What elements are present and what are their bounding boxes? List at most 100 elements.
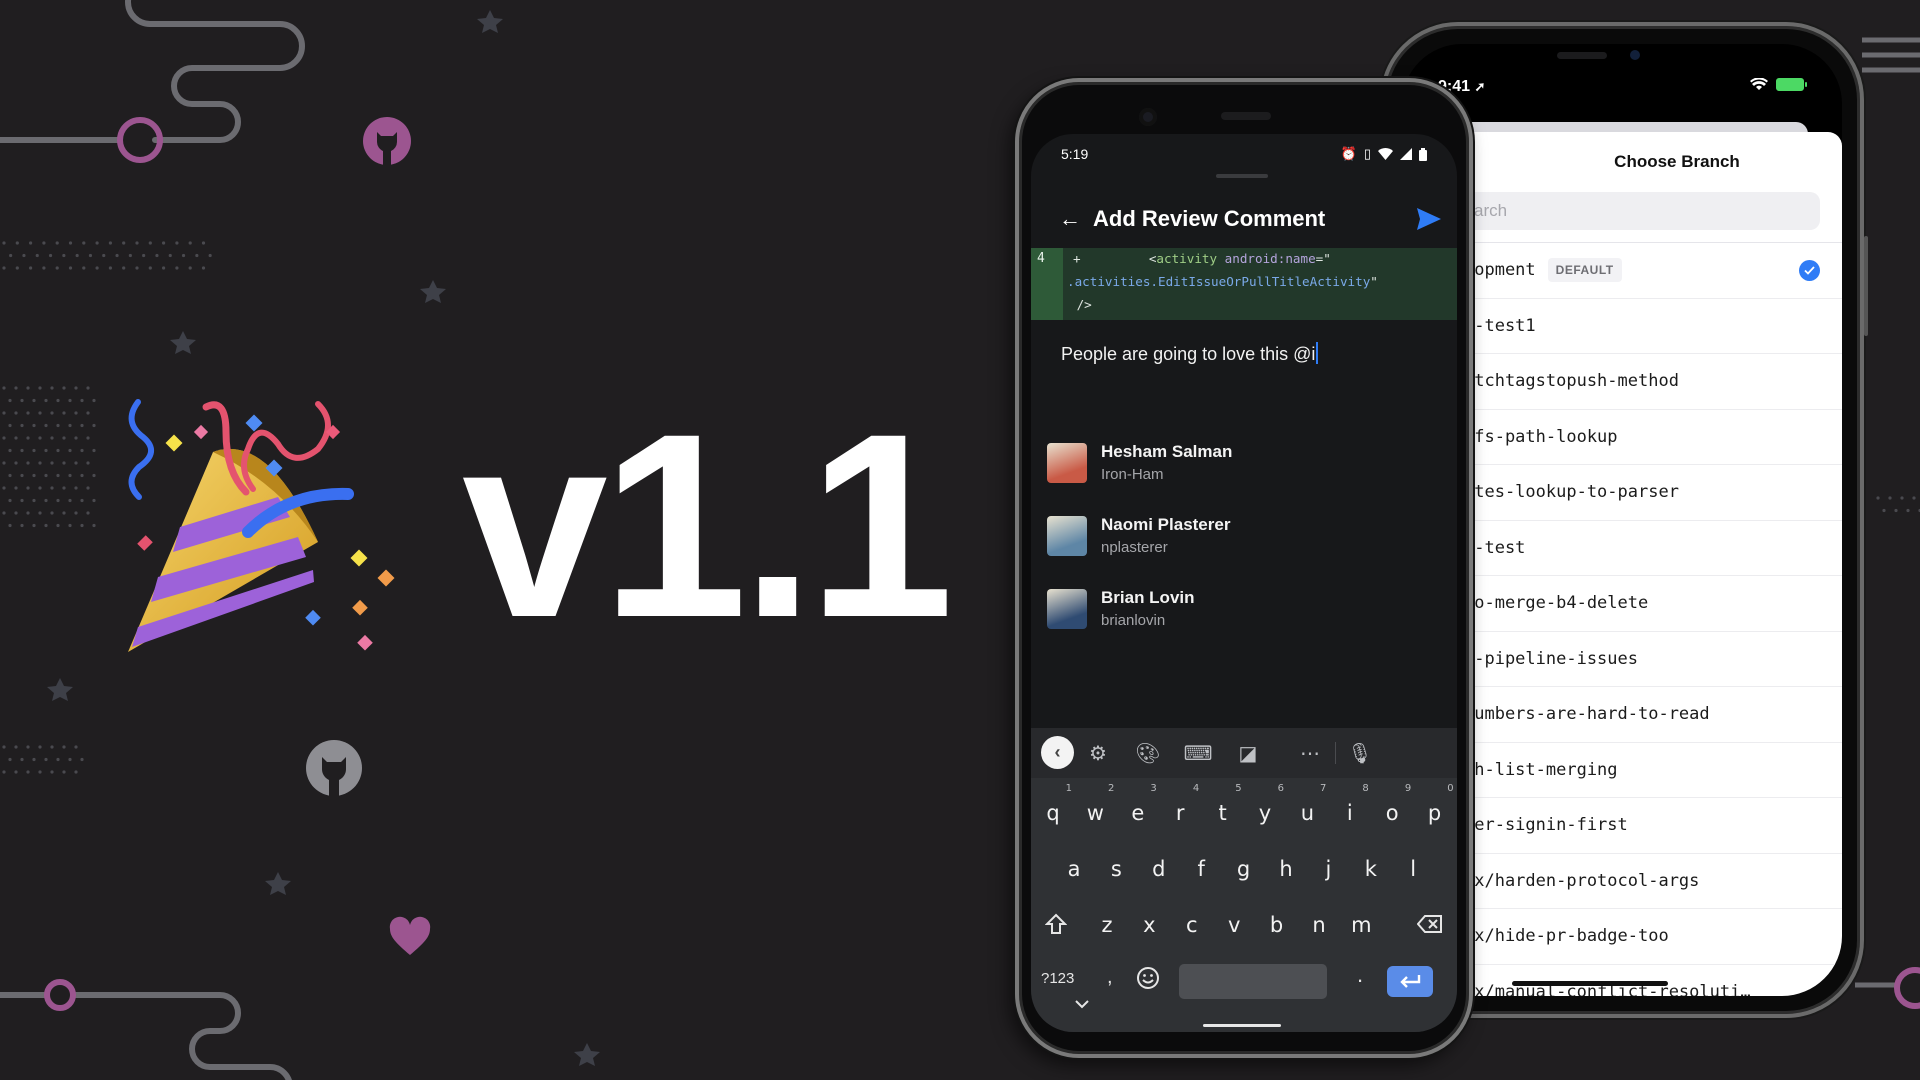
key-n[interactable]: n bbox=[1298, 896, 1340, 954]
mic-icon[interactable]: 🎙︎ bbox=[1347, 740, 1373, 766]
key-w[interactable]: w2 bbox=[1074, 783, 1116, 842]
key-f[interactable]: f bbox=[1180, 840, 1222, 898]
decor-dot bbox=[50, 461, 54, 465]
emoji-key[interactable] bbox=[1136, 966, 1160, 995]
decor-dot bbox=[56, 473, 60, 478]
palette-icon[interactable]: 🎨︎ bbox=[1135, 740, 1161, 766]
key-m[interactable]: m bbox=[1340, 896, 1382, 954]
android-screen: 5:19 ⏰ ▯ ← Add Review Comment 4 + <activ… bbox=[1031, 134, 1457, 1032]
decor-dot bbox=[74, 386, 78, 390]
key-v[interactable]: v bbox=[1213, 896, 1255, 954]
key-y[interactable]: y6 bbox=[1244, 783, 1286, 842]
decor-dot bbox=[44, 423, 48, 428]
shift-key[interactable] bbox=[1035, 904, 1077, 944]
key-d[interactable]: d bbox=[1138, 840, 1180, 898]
decor-dot bbox=[82, 241, 86, 245]
backspace-key[interactable] bbox=[1409, 904, 1451, 944]
branch-name: etchtagstopush-method bbox=[1464, 371, 1679, 392]
space-key[interactable] bbox=[1179, 964, 1327, 999]
key-u[interactable]: u7 bbox=[1286, 783, 1328, 842]
key-e[interactable]: e3 bbox=[1117, 783, 1159, 842]
hide-keyboard-chevron-icon[interactable] bbox=[1075, 1000, 1089, 1009]
symbols-key[interactable]: ?123 bbox=[1041, 970, 1074, 987]
decor-dot bbox=[42, 266, 46, 270]
decor-dot bbox=[8, 398, 12, 403]
decor-dot bbox=[50, 486, 54, 490]
branch-search-input[interactable]: arch bbox=[1462, 192, 1820, 230]
decor-dot bbox=[14, 461, 18, 465]
decor-dot bbox=[14, 436, 18, 440]
key-x[interactable]: x bbox=[1128, 896, 1170, 954]
decor-dot bbox=[8, 523, 12, 528]
key-t[interactable]: t5 bbox=[1202, 783, 1244, 842]
key-o[interactable]: o9 bbox=[1371, 783, 1413, 842]
decor-dot bbox=[32, 398, 36, 403]
home-indicator[interactable] bbox=[1512, 981, 1668, 986]
android-speaker bbox=[1221, 112, 1271, 120]
key-j[interactable]: j bbox=[1307, 840, 1349, 898]
key-l[interactable]: l bbox=[1392, 840, 1434, 898]
key-i[interactable]: i8 bbox=[1329, 783, 1371, 842]
decor-dot bbox=[86, 486, 90, 490]
smiley-icon bbox=[1137, 967, 1159, 989]
key-label: i bbox=[1346, 801, 1353, 825]
decor-dot bbox=[162, 266, 166, 270]
key-s[interactable]: s bbox=[1095, 840, 1137, 898]
decor-dot bbox=[102, 253, 106, 258]
key-number-hint: 3 bbox=[1150, 783, 1157, 794]
keyboard-icon[interactable]: ⌨ bbox=[1184, 740, 1213, 766]
mention-login: brianlovin bbox=[1101, 612, 1166, 629]
branch-name: 0-test1 bbox=[1464, 315, 1536, 336]
comment-input[interactable]: People are going to love this @i bbox=[1061, 342, 1319, 365]
key-b[interactable]: b bbox=[1256, 896, 1298, 954]
more-icon[interactable]: ⋯ bbox=[1297, 740, 1323, 766]
star-decor-icon bbox=[574, 1043, 600, 1066]
decor-dot bbox=[92, 473, 96, 478]
decor-dot bbox=[38, 386, 42, 390]
key-p[interactable]: p0 bbox=[1414, 783, 1456, 842]
key-q[interactable]: q1 bbox=[1032, 783, 1074, 842]
key-number-hint: 9 bbox=[1404, 783, 1412, 794]
key-g[interactable]: g bbox=[1223, 840, 1265, 898]
decor-dot bbox=[68, 448, 72, 453]
back-arrow-icon[interactable]: ← bbox=[1059, 206, 1081, 232]
toolbar-divider bbox=[1335, 742, 1336, 764]
diff-gutter bbox=[1031, 248, 1063, 320]
key-a[interactable]: a bbox=[1053, 840, 1095, 898]
key-k[interactable]: k bbox=[1350, 840, 1392, 898]
battery-charging-icon bbox=[1776, 78, 1807, 91]
decor-dot bbox=[62, 745, 66, 749]
mention-suggestion[interactable]: Brian Lovin brianlovin bbox=[1031, 580, 1457, 653]
key-r[interactable]: r4 bbox=[1159, 783, 1201, 842]
key-c[interactable]: c bbox=[1171, 896, 1213, 954]
decor-dot bbox=[68, 498, 72, 503]
default-badge: DEFAULT bbox=[1547, 258, 1622, 283]
mention-suggestions-list: Hesham Salman Iron-Ham Naomi Plasterer npla… bbox=[1031, 434, 1457, 653]
iphone-side-button bbox=[1864, 236, 1868, 336]
decor-dot bbox=[68, 473, 72, 478]
decor-dot bbox=[2, 386, 6, 390]
chevron-left-icon[interactable]: ‹ bbox=[1041, 736, 1074, 769]
resize-icon[interactable]: ◪ bbox=[1235, 740, 1261, 766]
decor-dot bbox=[1888, 496, 1892, 500]
sheet-drag-handle[interactable] bbox=[1216, 174, 1268, 178]
decor-dot bbox=[44, 398, 48, 403]
gesture-nav-bar[interactable] bbox=[1203, 1024, 1281, 1027]
key-label: u bbox=[1300, 801, 1315, 825]
mention-suggestion[interactable]: Naomi Plasterer nplasterer bbox=[1031, 507, 1457, 580]
send-icon[interactable] bbox=[1417, 208, 1441, 230]
gear-icon[interactable]: ⚙ bbox=[1085, 740, 1111, 766]
mention-suggestion[interactable]: Hesham Salman Iron-Ham bbox=[1031, 434, 1457, 507]
period-key[interactable]: . bbox=[1357, 962, 1363, 988]
comma-key[interactable]: , bbox=[1107, 966, 1113, 989]
decor-dot bbox=[26, 386, 30, 390]
comment-input-value: People are going to love this @i bbox=[1061, 344, 1316, 364]
keyboard-row-2: asdfghjkl bbox=[1031, 840, 1457, 900]
decor-dot bbox=[1876, 496, 1880, 500]
star-decor-icon bbox=[265, 872, 291, 895]
key-h[interactable]: h bbox=[1265, 840, 1307, 898]
mention-login: Iron-Ham bbox=[1101, 466, 1164, 483]
decor-dot bbox=[29, 241, 33, 245]
enter-key[interactable] bbox=[1387, 966, 1433, 997]
key-z[interactable]: z bbox=[1086, 896, 1128, 954]
